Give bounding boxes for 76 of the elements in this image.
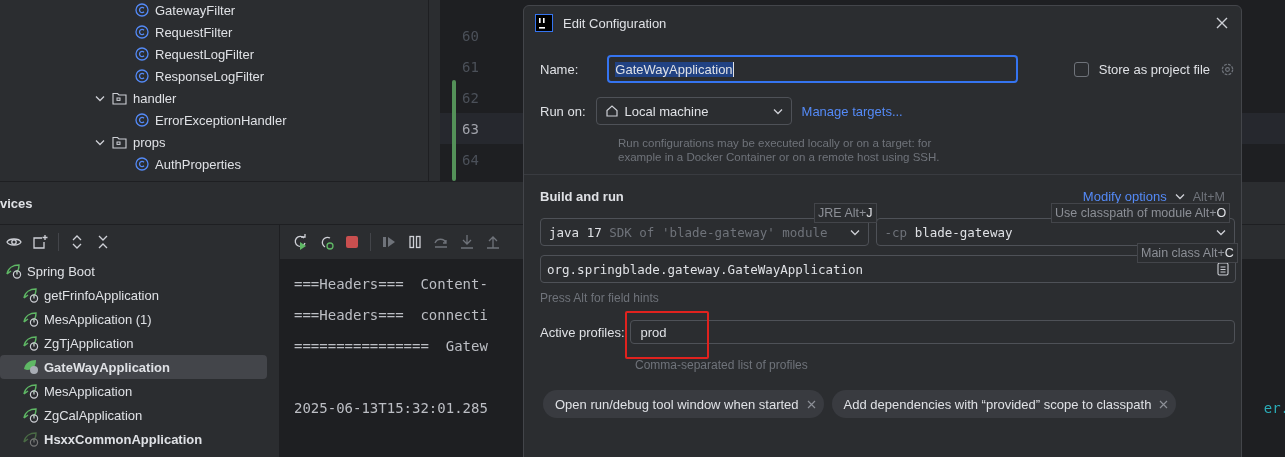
shortcut-tooltip: Main class Alt+C — [1137, 243, 1238, 263]
resume-icon[interactable] — [381, 234, 397, 250]
line-number: 63 — [462, 120, 479, 137]
hint-text: Run configurations may be executed locally or on a target: for example in a Docker Container or on a remote host using SSH. — [618, 136, 941, 164]
folder-icon — [112, 91, 127, 105]
class-name[interactable]: ErrorExceptionHandler — [155, 112, 287, 128]
class-icon — [135, 69, 149, 83]
step-out-icon[interactable] — [485, 234, 501, 250]
checkbox[interactable] — [1074, 61, 1089, 77]
service-item[interactable]: getFrinfoApplication — [0, 283, 267, 307]
service-item[interactable]: MesApplication — [0, 379, 267, 403]
manage-targets-link[interactable]: Manage targets... — [801, 103, 903, 119]
pause-icon[interactable] — [407, 234, 423, 250]
console-line: ================ Gatew — [294, 337, 488, 354]
field-label: Run on: — [540, 103, 586, 119]
spring-boot-running-icon — [22, 359, 40, 375]
checkbox-label[interactable]: Store as project file — [1098, 61, 1210, 77]
folder-name[interactable]: props — [133, 134, 166, 150]
jre-dropdown[interactable]: java 17 SDK of 'blade-gateway' module — [540, 218, 869, 246]
option-chip[interactable]: Add dependencies with “provided” scope to classpath — [831, 390, 1177, 418]
spring-boot-icon — [22, 407, 40, 423]
class-name[interactable]: RequestLogFilter — [155, 46, 254, 62]
console-line: ===Headers=== connecti — [294, 306, 488, 323]
class-icon — [135, 25, 149, 39]
field-label: Name: — [540, 61, 579, 77]
document-icon[interactable] — [1217, 262, 1229, 276]
stop-icon[interactable] — [344, 234, 360, 250]
chevron-icon — [772, 107, 783, 115]
modify-options-link[interactable]: Modify options — [1082, 189, 1167, 204]
class-name[interactable]: GatewayFilter — [155, 2, 236, 18]
gear-icon[interactable] — [1220, 61, 1235, 77]
class-icon — [135, 157, 149, 171]
spring-boot-icon — [22, 335, 40, 351]
chevron-icon — [1174, 193, 1185, 200]
console-line: ===Headers=== Content- — [294, 275, 488, 292]
house-icon — [604, 104, 619, 118]
class-name[interactable]: AuthProperties — [155, 156, 241, 172]
class-name[interactable]: ResponseLogFilter — [155, 68, 265, 84]
spring-boot-icon — [22, 383, 40, 399]
app-logo-icon — [535, 14, 553, 32]
option-chip[interactable]: Open run/debug tool window when started — [543, 390, 824, 418]
service-item[interactable]: ZgCalApplication — [0, 403, 267, 427]
class-name[interactable]: RequestFilter — [155, 24, 233, 40]
service-item[interactable]: ZgTjApplication — [0, 331, 267, 355]
folder-icon — [112, 135, 127, 149]
service-group[interactable]: Spring Boot — [27, 263, 95, 279]
name-field[interactable]: GateWayApplication — [607, 55, 1019, 83]
shortcut-text: Alt+M — [1192, 189, 1225, 204]
folder-name[interactable]: handler — [133, 90, 177, 106]
shortcut-tooltip: JRE Alt+J — [814, 203, 877, 223]
hint-text: Press Alt for field hints — [540, 291, 660, 305]
service-item[interactable]: MesApplication (1) — [0, 307, 267, 331]
class-icon — [135, 47, 149, 61]
spring-boot-icon — [22, 431, 40, 447]
spring-boot-icon — [22, 311, 40, 327]
chevron-icon — [1216, 228, 1226, 236]
chevron-icon — [849, 228, 860, 236]
shortcut-tooltip: Use classpath of module Alt+O — [1051, 203, 1231, 223]
console-line: 2025-06-13T15:32:01.285 — [294, 399, 488, 416]
panel-title: vices — [0, 195, 33, 211]
class-icon — [135, 3, 149, 17]
step-into-icon[interactable] — [459, 234, 475, 250]
section-title: Build and run — [540, 189, 624, 204]
hint-text: Comma-separated list of profiles — [635, 358, 809, 372]
spring-boot-icon — [5, 263, 23, 279]
service-item[interactable]: HsxxCommonApplication — [0, 427, 267, 451]
class-icon — [135, 113, 149, 127]
add-icon[interactable] — [32, 234, 48, 250]
service-item[interactable]: GateWayApplication — [0, 355, 267, 379]
run-on-dropdown[interactable]: Local machine — [595, 97, 792, 125]
profiles-field[interactable]: prod — [629, 320, 1235, 344]
console-text: er. — [1263, 399, 1285, 416]
field-label: Active profiles: — [540, 324, 625, 340]
rerun-icon[interactable] — [292, 234, 308, 250]
spring-boot-icon — [22, 287, 40, 303]
dialog-title: Edit Configuration — [563, 15, 668, 31]
